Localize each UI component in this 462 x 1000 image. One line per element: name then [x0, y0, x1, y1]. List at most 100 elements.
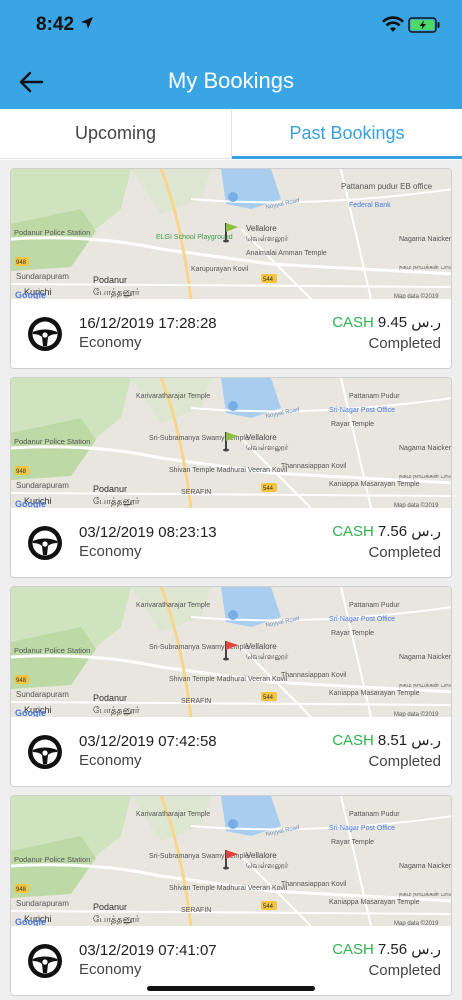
status-time: 8:42 [36, 14, 75, 35]
map-label: Vellalore [246, 642, 277, 651]
page-title: My Bookings [168, 68, 294, 93]
battery-icon [408, 17, 440, 33]
map-label: 948 [16, 887, 27, 893]
booking-status: Completed [368, 544, 441, 561]
booking-category: Economy [79, 334, 142, 351]
map-label: ELGI School Playground [156, 234, 233, 241]
booking-datetime: 16/12/2019 17:28:28 [79, 315, 217, 332]
route-map: 544 948 Sundarapuram Kurichi Google Poda… [11, 796, 451, 926]
map-label: Podanur [93, 693, 127, 703]
home-indicator [147, 986, 315, 991]
status-bar: 8:42 [0, 0, 462, 50]
booking-card[interactable]: 544 948 Sundarapuram Kurichi Google Poda… [10, 795, 452, 996]
steering-wheel-icon [28, 735, 62, 769]
map-label: Podanur Police Station [14, 855, 90, 864]
map-label: Sundarapuram [16, 481, 69, 490]
app-header: 8:42 My Bookings [0, 0, 462, 109]
map-label: Google [15, 290, 46, 299]
payment-method: CASH [332, 941, 374, 958]
map-label: Pattanam Pudur [349, 393, 400, 400]
map-label: Google [15, 708, 46, 717]
map-label: Karivaratharajar Temple [136, 811, 210, 818]
map-label: Nagama Naicken Palayam [399, 654, 452, 661]
tab-past-bookings[interactable]: Past Bookings [231, 109, 462, 159]
map-label: Podanur Police Station [14, 228, 90, 237]
map-label: Shivan Temple Madhurai Veeran Kovil [169, 467, 288, 474]
steering-wheel-icon [28, 526, 62, 560]
booking-price: CASH 7.56 ر.س [332, 522, 441, 540]
map-label: Sundarapuram [16, 899, 69, 908]
map-thumbnail: 544 948 Sundarapuram Kurichi Google Poda… [11, 587, 452, 717]
payment-method: CASH [332, 523, 374, 540]
map-label: Podanur Police Station [14, 646, 90, 655]
map-label: Google [15, 917, 46, 926]
map-label: 544 [263, 277, 274, 283]
map-label: போத்தனூர் [93, 705, 140, 716]
booking-status: Completed [368, 335, 441, 352]
map-thumbnail: 544 948 Sundarapuram Kurichi Google Poda… [11, 378, 452, 508]
map-label: வெள்ளலூர் [246, 234, 289, 244]
booking-card[interactable]: 544 948 Sundarapuram Kurichi Google Poda… [10, 168, 452, 369]
booking-category: Economy [79, 752, 142, 769]
bookings-tabs: Upcoming Past Bookings [0, 109, 462, 159]
map-label: Nagama Naicken Palayam [399, 445, 452, 452]
booking-price: CASH 8.51 ر.س [332, 731, 441, 749]
map-label: Podanur [93, 484, 127, 494]
booking-category: Economy [79, 961, 142, 978]
map-label: 948 [16, 260, 27, 266]
booking-price: CASH 9.45 ر.س [332, 313, 441, 331]
steering-wheel-icon [28, 944, 62, 978]
map-label: Thannasiappan Kovil [281, 463, 347, 470]
map-label: Thannasiappan Kovil [281, 881, 347, 888]
map-label: Pattanam pudur EB office [341, 182, 433, 191]
map-thumbnail: 544 948 Sundarapuram Kurichi Google Poda… [11, 796, 451, 926]
map-thumbnail: 544 948 Sundarapuram Kurichi Google Poda… [11, 169, 452, 299]
map-label: Podanur [93, 902, 127, 912]
map-label: Kaniappa Masarayan Temple [329, 899, 420, 906]
payment-method: CASH [332, 732, 374, 749]
map-label: Sundarapuram [16, 272, 69, 281]
booking-amount: 9.45 ر.س [377, 314, 441, 331]
map-label: SERAFIN [181, 907, 211, 914]
booking-status: Completed [368, 753, 441, 770]
map-label: Sri-Nagar Post Office [329, 616, 395, 623]
map-label: Sri-Nagar Post Office [329, 407, 395, 414]
map-label: SERAFIN [181, 489, 211, 496]
map-label: போத்தனூர் [93, 287, 140, 298]
map-label: Anaimalai Amman Temple [246, 250, 327, 257]
booking-status: Completed [368, 962, 441, 979]
map-label: Sundarapuram [16, 690, 69, 699]
map-label: வெள்ளலூர் [246, 861, 289, 871]
tab-upcoming[interactable]: Upcoming [0, 109, 231, 159]
map-label: 948 [16, 678, 27, 684]
map-label: Podanur [93, 275, 127, 285]
map-label: 544 [263, 904, 274, 910]
booking-datetime: 03/12/2019 08:23:13 [79, 524, 217, 541]
map-label: Thannasiappan Kovil [281, 672, 347, 679]
map-label: Kaniappa Masarayan Temple [329, 690, 420, 697]
map-label: 948 [16, 469, 27, 475]
booking-info: 03/12/2019 08:23:13 Economy CASH 7.56 ر.س… [11, 508, 451, 577]
map-label: Shivan Temple Madhurai Veeran Kovil [169, 676, 288, 683]
map-label: வெள்ளலூர் [246, 443, 289, 453]
map-label: Rayar Temple [331, 839, 374, 846]
map-label: போத்தனூர் [93, 914, 140, 925]
map-label: Karupurayan Kovil [191, 266, 249, 273]
map-label: Sri-Nagar Post Office [329, 825, 395, 832]
booking-card[interactable]: 544 948 Sundarapuram Kurichi Google Poda… [10, 377, 452, 578]
map-label: Vellalore [246, 224, 277, 233]
booking-price: CASH 7.56 ر.س [332, 940, 441, 958]
booking-info: 16/12/2019 17:28:28 Economy CASH 9.45 ر.س… [11, 299, 451, 368]
route-map: 544 948 Sundarapuram Kurichi Google Poda… [11, 587, 452, 717]
bookings-list[interactable]: 544 948 Sundarapuram Kurichi Google Poda… [0, 160, 462, 1000]
tab-active-indicator [232, 156, 462, 159]
booking-card[interactable]: 544 948 Sundarapuram Kurichi Google Poda… [10, 586, 452, 787]
map-label: Karivaratharajar Temple [136, 393, 210, 400]
map-label: Rayar Temple [331, 421, 374, 428]
map-label: நகம நாயக்கன் பாளையம் [399, 265, 452, 271]
booking-amount: 7.56 ر.س [377, 941, 441, 958]
map-label: Pattanam Pudur [349, 811, 400, 818]
map-label: Podanur Police Station [14, 437, 90, 446]
map-label: SERAFIN [181, 698, 211, 705]
map-label: 544 [263, 486, 274, 492]
